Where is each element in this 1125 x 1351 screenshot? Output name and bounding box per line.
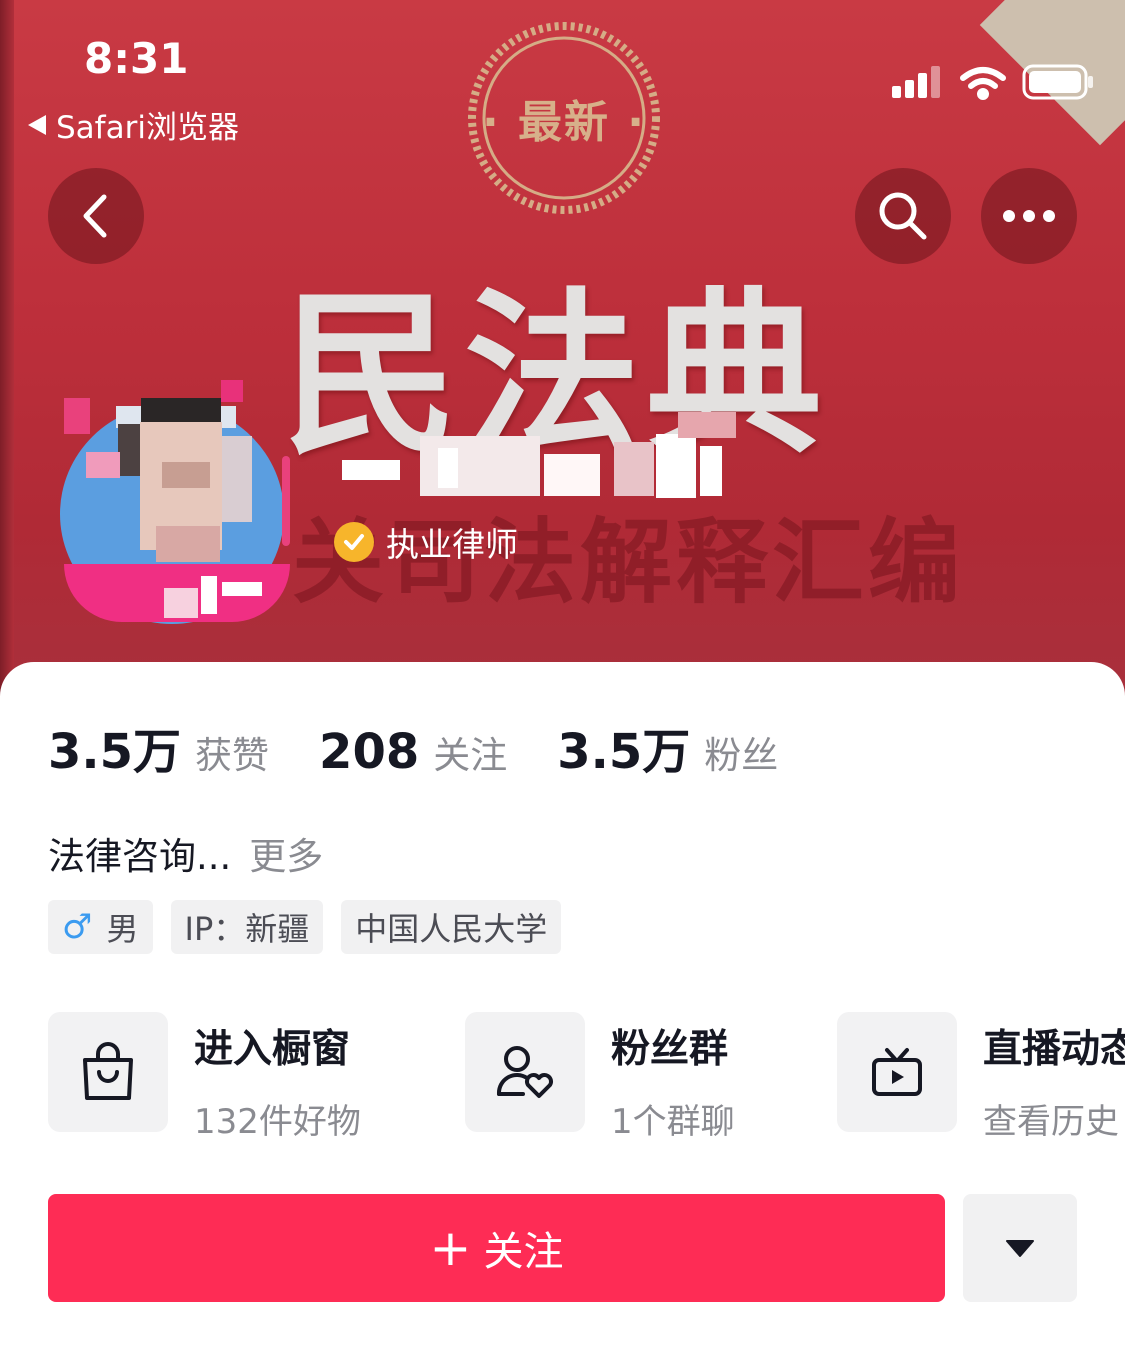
plus-icon: + bbox=[429, 1219, 472, 1277]
follow-button[interactable]: + 关注 bbox=[48, 1194, 945, 1302]
recommend-dropdown-button[interactable] bbox=[963, 1194, 1077, 1302]
shortcut-live[interactable]: 直播动态 查看历史 bbox=[837, 1012, 1125, 1143]
shortcut-row: 进入橱窗 132件好物 粉丝群 1个群聊 直播动态 查看历史 bbox=[0, 1012, 1125, 1142]
male-icon: ♂ bbox=[62, 907, 93, 947]
bio: 法律咨询... 更多 bbox=[48, 826, 323, 880]
back-triangle-icon bbox=[28, 114, 46, 135]
ip-tag: IP：新疆 bbox=[170, 900, 324, 954]
shortcut-subtitle: 查看历史 bbox=[983, 1102, 1119, 1142]
bio-text: 法律咨询... bbox=[48, 835, 232, 878]
gender-label: 男 bbox=[106, 910, 139, 948]
shortcut-subtitle: 1个群聊 bbox=[611, 1102, 735, 1142]
status-icons bbox=[892, 64, 1093, 100]
stat-value: 3.5万 bbox=[557, 724, 691, 780]
search-button[interactable] bbox=[855, 168, 951, 264]
tv-play-icon bbox=[837, 1012, 957, 1132]
stats-row: 3.5万 获赞 208 关注 3.5万 粉丝 bbox=[48, 712, 828, 782]
gender-tag: ♂ 男 bbox=[48, 900, 153, 954]
bio-more-link[interactable]: 更多 bbox=[249, 826, 323, 880]
more-button[interactable] bbox=[981, 168, 1077, 264]
shortcut-title: 进入橱窗 bbox=[194, 1027, 351, 1072]
return-to-app[interactable]: Safari浏览器 bbox=[28, 102, 239, 147]
stat-value: 3.5万 bbox=[48, 724, 182, 780]
stat-likes[interactable]: 3.5万 获赞 bbox=[48, 712, 269, 782]
stat-label: 关注 bbox=[433, 734, 508, 777]
search-icon bbox=[879, 192, 927, 240]
shortcut-title: 直播动态 bbox=[983, 1027, 1125, 1072]
wifi-icon bbox=[960, 67, 1006, 100]
back-button[interactable] bbox=[48, 168, 144, 264]
tag-row: ♂ 男 IP：新疆 中国人民大学 bbox=[48, 900, 562, 954]
stat-label: 获赞 bbox=[195, 734, 270, 777]
stat-following[interactable]: 208 关注 bbox=[319, 724, 507, 780]
verification-label: 执业律师 bbox=[386, 525, 518, 564]
status-time: 8:31 bbox=[84, 34, 189, 83]
ip-label: IP：新疆 bbox=[184, 910, 310, 948]
return-app-label: Safari浏览器 bbox=[56, 110, 239, 146]
stat-followers[interactable]: 3.5万 粉丝 bbox=[557, 712, 778, 782]
seal-text: · 最新 · bbox=[481, 97, 647, 148]
verified-check-icon bbox=[334, 522, 374, 562]
verification-row: 执业律师 bbox=[334, 518, 518, 566]
avatar[interactable] bbox=[46, 376, 298, 640]
shortcut-fan-group[interactable]: 粉丝群 1个群聊 bbox=[465, 1012, 735, 1143]
book-spine bbox=[0, 0, 14, 700]
chevron-left-icon bbox=[83, 194, 107, 238]
shopping-bag-icon bbox=[48, 1012, 168, 1132]
stat-label: 粉丝 bbox=[704, 734, 779, 777]
shortcut-showcase[interactable]: 进入橱窗 132件好物 bbox=[48, 1012, 361, 1143]
caret-down-icon bbox=[1006, 1240, 1034, 1257]
profile-screen: · 最新 · 民法典 关司法解释汇编 8:31 Safari浏览器 执业律师 3… bbox=[0, 0, 1125, 1351]
shortcut-title: 粉丝群 bbox=[611, 1027, 729, 1072]
fan-group-icon bbox=[465, 1012, 585, 1132]
school-tag[interactable]: 中国人民大学 bbox=[341, 900, 562, 954]
shortcut-subtitle: 132件好物 bbox=[194, 1102, 361, 1142]
stat-value: 208 bbox=[319, 724, 420, 780]
signal-icon bbox=[892, 66, 940, 98]
school-label: 中国人民大学 bbox=[355, 910, 548, 948]
battery-icon bbox=[1022, 64, 1093, 100]
more-icon bbox=[1003, 210, 1055, 222]
follow-label: 关注 bbox=[483, 1229, 564, 1275]
nickname-obscured bbox=[338, 408, 768, 504]
